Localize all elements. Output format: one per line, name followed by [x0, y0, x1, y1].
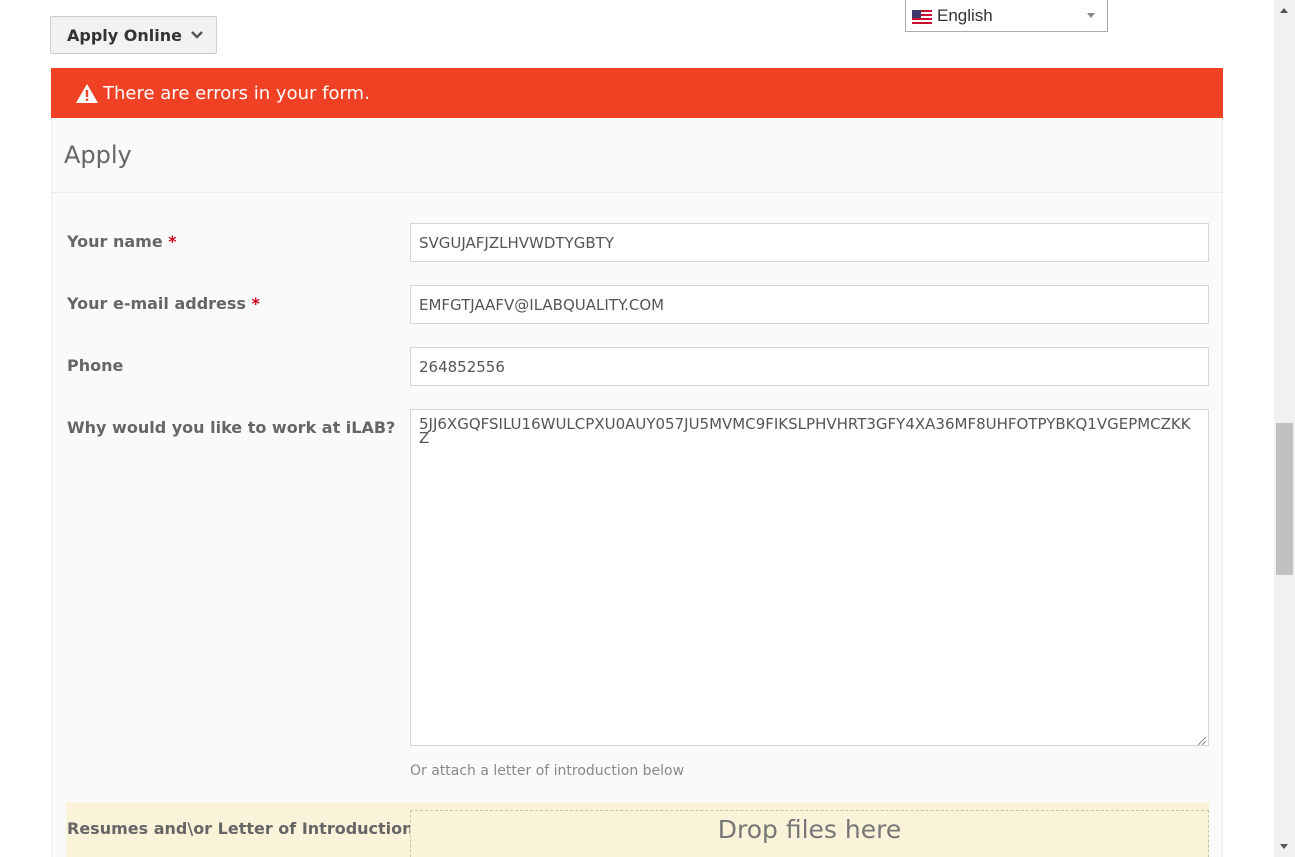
apply-online-button[interactable]: Apply Online — [50, 16, 217, 54]
email-field[interactable]: EMFGTJAAFV@ILABQUALITY.COM — [410, 285, 1209, 324]
language-selected: English — [937, 5, 993, 25]
why-textarea[interactable]: 5JJ6XGQFSILU16WULCPXU0AUY057JU5MVMC9FIKS… — [410, 409, 1209, 746]
error-message: There are errors in your form. — [103, 82, 370, 104]
upload-row: Resumes and\or Letter of Introduction? *… — [66, 802, 1209, 857]
attach-hint: Or attach a letter of introduction below — [410, 763, 685, 779]
page-title: Apply — [64, 141, 132, 169]
caret-down-icon — [1087, 13, 1095, 18]
upload-label: Resumes and\or Letter of Introduction? * — [67, 819, 437, 838]
us-flag-icon — [912, 9, 932, 24]
phone-field[interactable]: 264852556 — [410, 347, 1209, 386]
name-field[interactable]: SVGUJAFJZLHVWDTYGBTY — [410, 223, 1209, 262]
chevron-down-icon — [190, 30, 204, 40]
dropzone-text: Drop files here — [717, 815, 902, 844]
why-label: Why would you like to work at iLAB? — [67, 418, 396, 437]
name-label: Your name * — [67, 232, 177, 251]
apply-online-label: Apply Online — [67, 25, 182, 45]
resize-grip-icon[interactable] — [1197, 734, 1207, 746]
scroll-thumb[interactable] — [1276, 423, 1293, 575]
warning-icon — [75, 83, 99, 104]
scroll-up-icon[interactable] — [1280, 8, 1288, 13]
file-dropzone[interactable]: Drop files here — [410, 810, 1209, 857]
phone-label: Phone — [67, 356, 124, 375]
email-label: Your e-mail address * — [67, 294, 260, 313]
vertical-scrollbar[interactable] — [1274, 0, 1295, 857]
language-select[interactable]: English — [905, 0, 1108, 32]
panel-header: Apply — [52, 118, 1222, 193]
error-banner: There are errors in your form. — [51, 68, 1223, 118]
apply-form-panel: Apply Your name * SVGUJAFJZLHVWDTYGBTY Y… — [51, 118, 1223, 857]
scroll-down-icon[interactable] — [1280, 844, 1288, 849]
